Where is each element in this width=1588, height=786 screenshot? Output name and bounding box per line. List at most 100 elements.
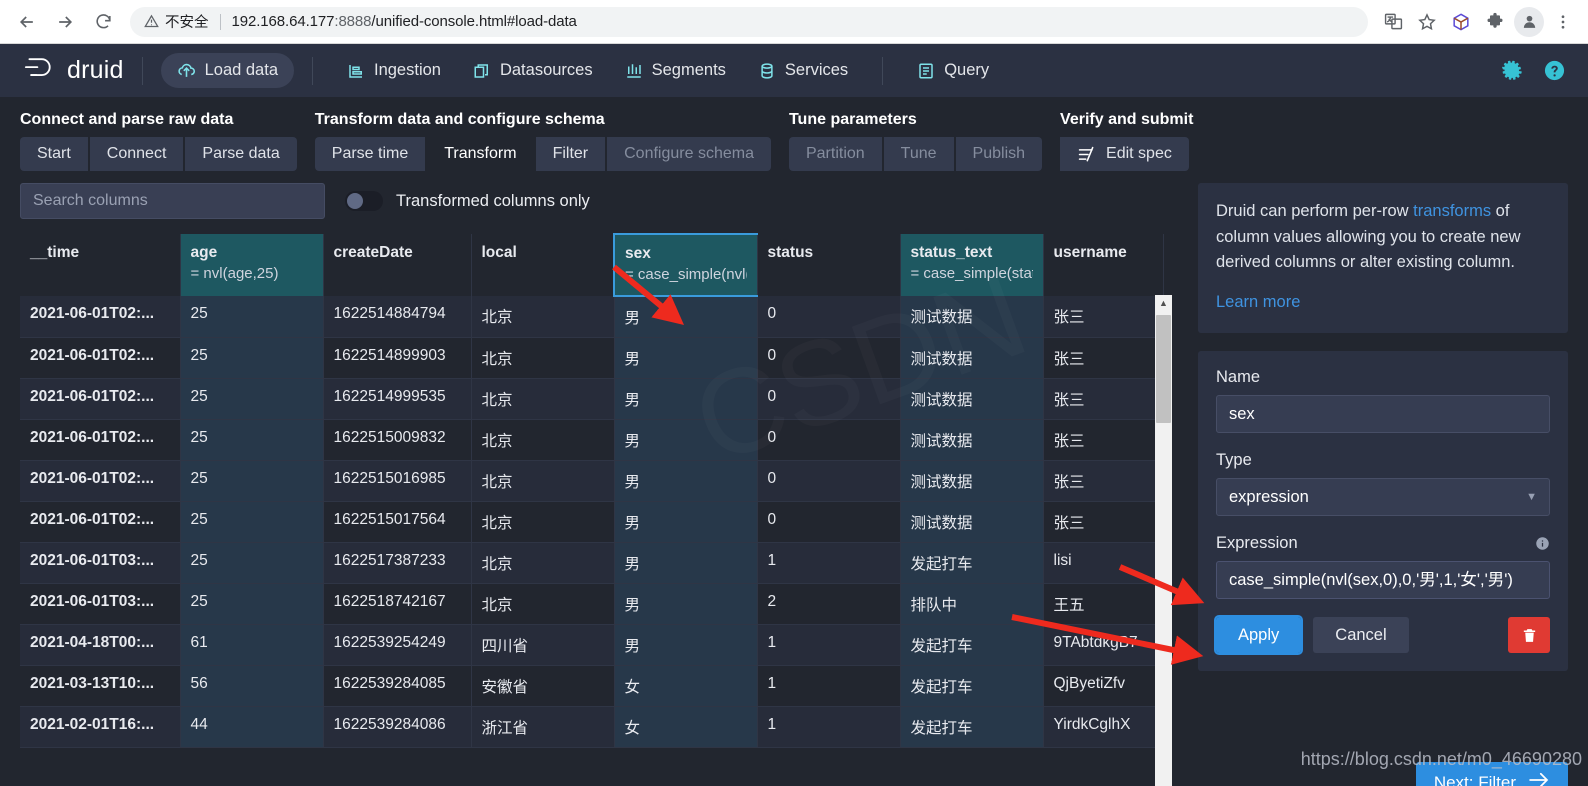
profile-avatar-icon[interactable] <box>1514 6 1544 37</box>
cell-createdate: 1622515017564 <box>323 501 472 543</box>
cell-age: 44 <box>180 706 324 748</box>
table-row[interactable]: 2021-06-01T03:... 25 1622518742167 北京男 2 排队中王… <box>20 583 1164 625</box>
forward-arrow-icon[interactable] <box>48 5 82 39</box>
gear-settings-icon[interactable] <box>1502 59 1525 82</box>
table-scrollbar[interactable]: ▲ ▼ <box>1155 295 1172 786</box>
cell-time: 2021-02-01T16:... <box>20 706 181 748</box>
nav-item-segments[interactable]: Segments <box>609 53 742 88</box>
scrollbar-thumb[interactable] <box>1156 315 1171 423</box>
url-path: /unified-console.html#load-data <box>371 13 577 30</box>
nav-item-load-data[interactable]: Load data <box>160 53 294 88</box>
table-row[interactable]: 2021-06-01T02:... 25 1622514899903 北京男 0 测试数据… <box>20 337 1164 379</box>
cell-time: 2021-06-01T03:... <box>20 583 181 625</box>
step-btn-tune[interactable]: Tune <box>883 137 954 171</box>
table-row[interactable]: 2021-06-01T02:... 25 1622515016985 北京男 0 测试数据… <box>20 460 1164 502</box>
step-row-tune: Partition Tune Publish <box>788 137 1043 171</box>
url-host: 192.168.64.177 <box>231 13 335 30</box>
col-header-createdate[interactable]: createDate <box>323 234 472 296</box>
cell-status: 1 <box>757 665 901 707</box>
table-row[interactable]: 2021-06-01T02:... 25 1622515009832 北京男 0 测试数据… <box>20 419 1164 461</box>
col-header-time[interactable]: __time <box>20 234 181 296</box>
table-row[interactable]: 2021-06-01T03:... 25 1622517387233 北京男 1 发起打车… <box>20 542 1164 584</box>
trash-delete-icon[interactable] <box>1508 617 1550 654</box>
step-btn-parse-time[interactable]: Parse time <box>314 137 426 171</box>
cell-local: 四川省 <box>471 624 615 666</box>
col-header-sex[interactable]: sex = case_simple(nvl( <box>613 233 758 297</box>
search-input[interactable]: Search columns <box>20 183 325 219</box>
table-row[interactable]: 2021-06-01T02:... 25 1622515017564 北京男 0 测试数据… <box>20 501 1164 543</box>
col-header-age-label: age <box>190 244 218 261</box>
col-header-local[interactable]: local <box>471 234 615 296</box>
cell-status-text: 测试数据 <box>900 378 1044 420</box>
table-row[interactable]: 2021-04-18T00:... 61 1622539254249 四川省男 1 发起打… <box>20 624 1164 666</box>
cancel-button[interactable]: Cancel <box>1313 617 1409 654</box>
druid-logo[interactable]: druid <box>22 53 124 88</box>
step-group-title-connect: Connect and parse raw data <box>20 111 234 128</box>
transforms-link[interactable]: transforms <box>1413 202 1491 220</box>
step-btn-transform[interactable]: Transform <box>427 137 534 171</box>
col-header-age[interactable]: age = nvl(age,25) <box>180 234 324 296</box>
name-input[interactable]: sex <box>1216 395 1550 434</box>
help-circle-icon[interactable] <box>1543 59 1566 82</box>
cell-age: 25 <box>180 583 324 625</box>
cube-extension-icon[interactable] <box>1446 7 1476 37</box>
puzzle-extensions-icon[interactable] <box>1480 7 1510 37</box>
step-btn-connect[interactable]: Connect <box>89 137 184 171</box>
step-btn-publish[interactable]: Publish <box>955 137 1043 171</box>
learn-more-link[interactable]: Learn more <box>1216 290 1550 316</box>
info-circle-icon[interactable] <box>1535 536 1550 551</box>
step-btn-parse-data[interactable]: Parse data <box>185 137 297 171</box>
cell-local: 北京 <box>471 501 615 543</box>
transformed-columns-toggle[interactable]: Transformed columns only <box>345 191 590 211</box>
cell-time: 2021-06-01T03:... <box>20 542 181 584</box>
address-bar[interactable]: 不安全 192.168.64.177:8888/unified-console.… <box>130 6 1368 37</box>
col-header-username-label: username <box>1053 244 1127 261</box>
cell-local: 安徽省 <box>471 665 615 707</box>
cell-sex: 男 <box>614 542 758 584</box>
table-row[interactable]: 2021-06-01T02:... 25 1622514884794 北京男 0 测试数据… <box>20 296 1164 338</box>
form-spacer-2 <box>1216 516 1550 534</box>
cell-username: 张三 <box>1043 296 1164 338</box>
translate-icon[interactable] <box>1378 7 1408 37</box>
step-btn-edit-spec[interactable]: Edit spec <box>1060 137 1189 171</box>
bookmark-star-icon[interactable] <box>1412 7 1442 37</box>
col-header-status[interactable]: status <box>757 234 901 296</box>
step-group-title-transform: Transform data and configure schema <box>314 111 605 128</box>
col-header-username[interactable]: username <box>1043 234 1164 296</box>
cell-username: 张三 <box>1043 337 1164 379</box>
table-header: __time age = nvl(age,25) createDate loca… <box>20 233 1164 297</box>
cell-age: 25 <box>180 501 324 543</box>
scrollbar-track[interactable] <box>1155 311 1172 786</box>
csdn-watermark: https://blog.csdn.net/m0_46690280 <box>1300 749 1582 769</box>
cell-createdate: 1622539284085 <box>323 665 472 707</box>
table-row[interactable]: 2021-03-13T10:... 56 1622539284085 安徽省女 1 发起打… <box>20 665 1164 707</box>
col-header-status-text[interactable]: status_text = case_simple(stat <box>900 234 1044 296</box>
type-select[interactable]: expression ▼ <box>1216 478 1550 517</box>
step-btn-configure-schema[interactable]: Configure schema <box>607 137 771 171</box>
cell-sex: 女 <box>614 665 758 707</box>
step-btn-partition[interactable]: Partition <box>788 137 882 171</box>
druid-logo-mark <box>22 53 58 88</box>
back-arrow-icon[interactable] <box>10 5 44 39</box>
step-btn-filter[interactable]: Filter <box>535 137 606 171</box>
wizard-step-bar: Connect and parse raw data Start Connect… <box>0 97 1588 171</box>
cell-sex: 男 <box>614 460 758 502</box>
cell-local: 浙江省 <box>471 706 615 748</box>
nav-item-datasources[interactable]: Datasources <box>457 53 609 88</box>
col-header-createdate-label: createDate <box>333 244 413 261</box>
upload-cloud-icon <box>177 61 196 80</box>
chrome-menu-icon[interactable] <box>1548 7 1578 37</box>
table-row[interactable]: 2021-06-01T02:... 25 1622514999535 北京男 0 测试数据… <box>20 378 1164 420</box>
nav-item-query[interactable]: Query <box>901 53 1005 88</box>
expression-input[interactable]: case_simple(nvl(sex,0),0,'男',1,'女','男') <box>1216 561 1550 600</box>
step-btn-start[interactable]: Start <box>20 137 88 171</box>
step-row-verify: Edit spec <box>1060 137 1193 171</box>
nav-item-services[interactable]: Services <box>742 53 864 88</box>
table-row[interactable]: 2021-02-01T16:... 44 1622539284086 浙江省女 1 发起打… <box>20 706 1164 748</box>
toggle-switch[interactable] <box>345 191 383 211</box>
nav-label-load-data: Load data <box>204 61 278 79</box>
scroll-up-arrow-icon[interactable]: ▲ <box>1159 295 1168 311</box>
apply-button[interactable]: Apply <box>1213 615 1304 656</box>
reload-icon[interactable] <box>86 5 120 39</box>
nav-item-ingestion[interactable]: Ingestion <box>331 53 457 88</box>
